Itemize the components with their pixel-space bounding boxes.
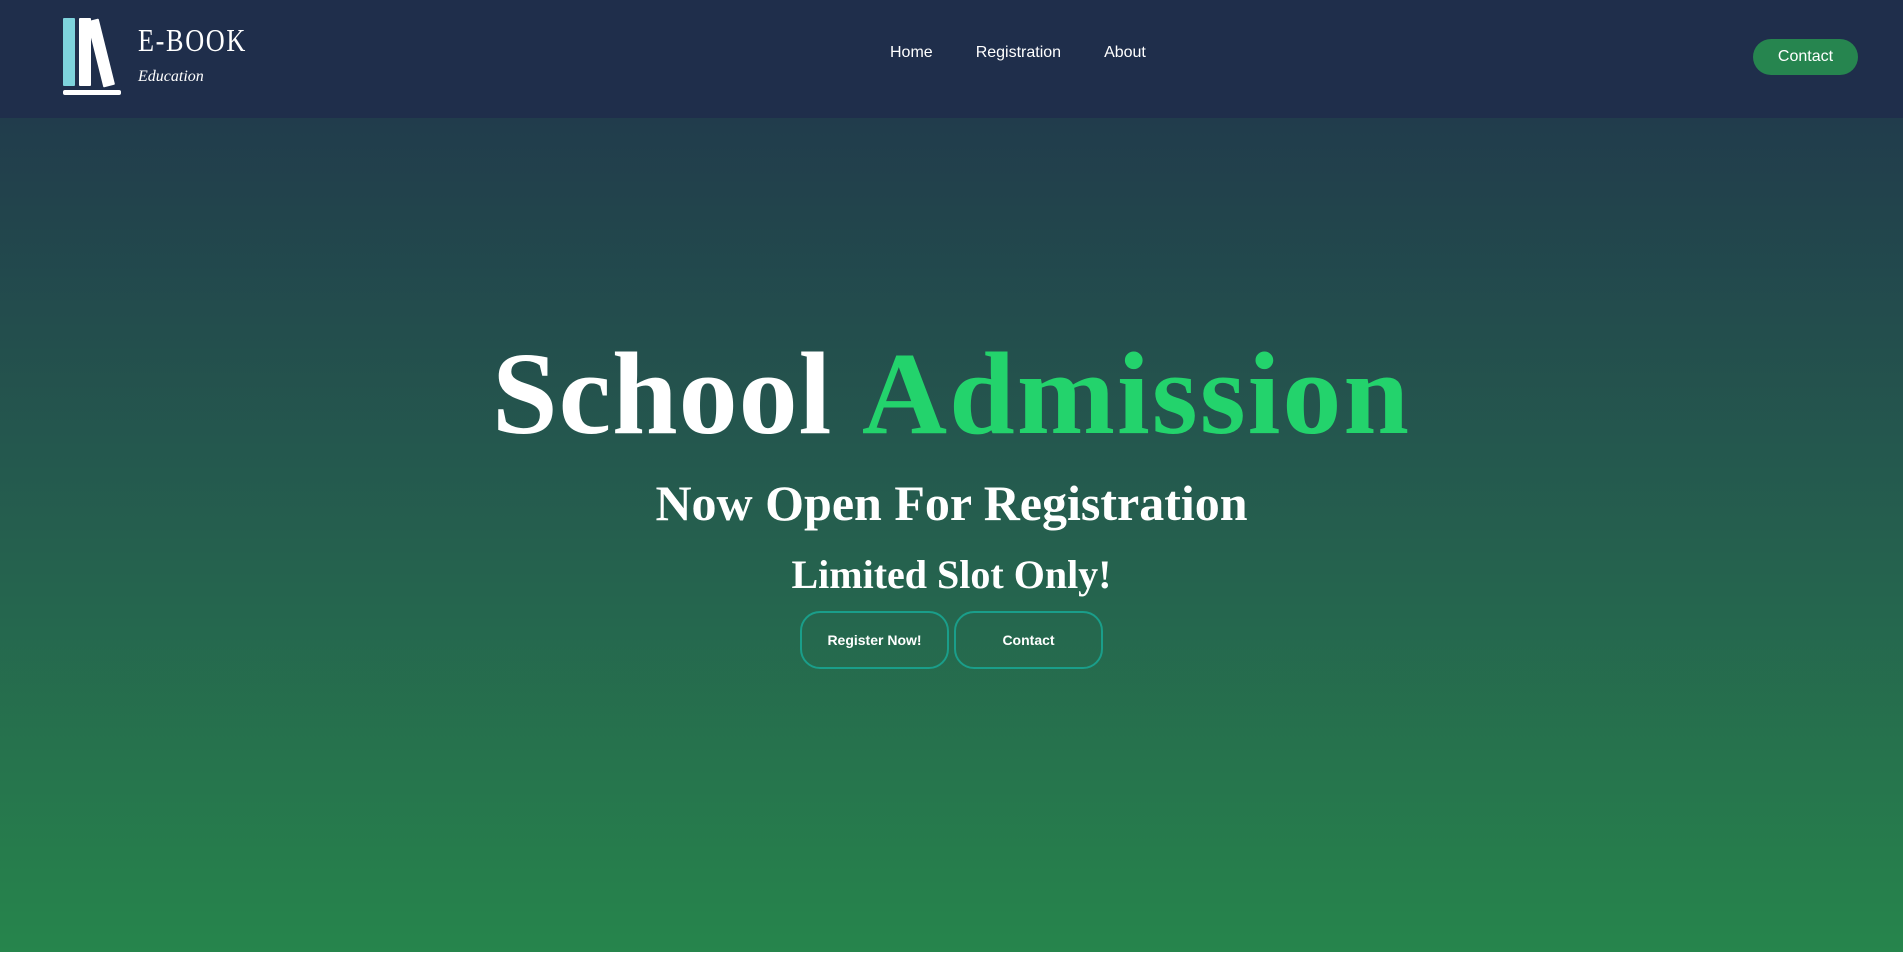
main-nav: Home Registration About xyxy=(890,44,1189,62)
register-now-button[interactable]: Register Now! xyxy=(800,611,949,669)
hero-section: School Admission Now Open For Registrati… xyxy=(0,118,1903,952)
brand-tagline: Education xyxy=(138,68,204,85)
nav-link-home[interactable]: Home xyxy=(890,44,933,62)
navbar: E-BOOK Education Home Registration About… xyxy=(0,0,1903,118)
nav-link-registration[interactable]: Registration xyxy=(976,44,1061,62)
hero-title-accent: Admission xyxy=(861,328,1412,459)
header-contact-button[interactable]: Contact xyxy=(1753,39,1858,75)
hero-title-plain: School xyxy=(491,328,833,459)
hero-title: School Admission xyxy=(0,335,1903,453)
books-icon xyxy=(63,18,121,95)
nav-link-about[interactable]: About xyxy=(1104,44,1146,62)
cta-buttons: Register Now! Contact xyxy=(800,611,1103,669)
hero-subtitle: Now Open For Registration xyxy=(655,475,1248,531)
brand-logo[interactable]: E-BOOK Education xyxy=(62,16,245,98)
hero-contact-button[interactable]: Contact xyxy=(954,611,1103,669)
hero-subtitle-limited: Limited Slot Only! xyxy=(791,552,1112,597)
brand-name: E-BOOK xyxy=(138,22,247,58)
